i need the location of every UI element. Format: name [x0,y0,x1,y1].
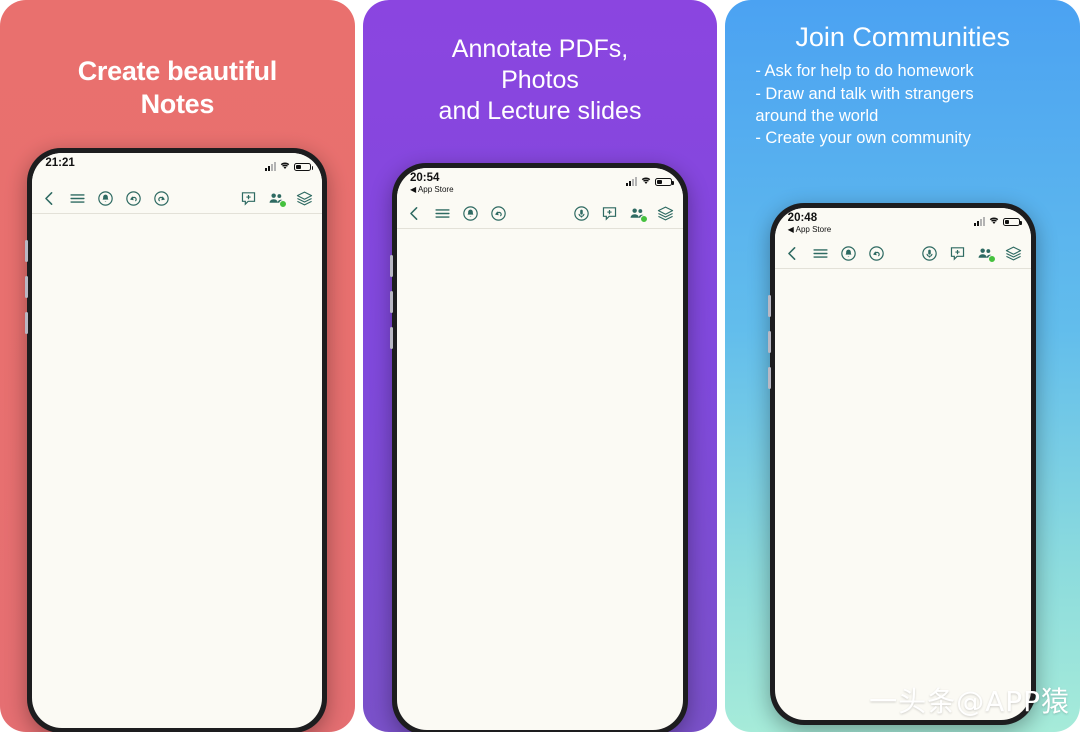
bell-icon[interactable] [97,190,114,207]
undo-icon[interactable] [868,245,885,262]
back-chevron-icon[interactable] [784,245,801,262]
add-page-icon[interactable] [601,205,618,222]
back-chevron-icon[interactable] [41,190,58,207]
bell-icon[interactable] [840,245,857,262]
status-back-label[interactable]: ◀ App Store [410,185,454,194]
phone-screen-1: 21:21 [32,153,323,728]
headline-line-2: Photos [501,66,579,94]
status-time: 20:48 [787,212,818,224]
battery-icon [1002,217,1022,227]
status-bar-2: 20:54 ◀ App Store [397,168,683,198]
bullet-2: - Draw and talk with strangers [755,84,974,103]
layers-icon[interactable] [296,190,313,207]
status-bar-3: 20:48 ◀ App Store [774,208,1031,238]
feature-bullets: - Ask for help to do homework - Draw and… [739,60,1066,148]
status-bar-1: 21:21 [32,153,323,183]
undo-icon[interactable] [490,205,507,222]
bullet-3: around the world [755,106,879,125]
phone-mockup-2: 20:54 ◀ App Store [390,163,688,732]
headline-line-1: Join Communities [795,22,1010,52]
watermark: 一头条@APP猿 [869,685,1071,718]
phone-mockup-3: 20:48 ◀ App Store [767,203,1036,725]
headline-line-2: Notes [140,88,215,119]
wifi-icon [279,161,291,173]
phone-screen-2: 20:54 ◀ App Store [397,168,683,730]
wifi-icon [640,176,652,188]
people-badge-count [640,214,648,223]
wifi-icon [988,216,1000,228]
panel-create-notes: Create beautiful Notes 21:21 [0,0,355,732]
bullet-1: - Ask for help to do homework [755,62,974,81]
battery-icon [294,162,314,172]
menu-icon[interactable] [69,190,86,207]
headline-line-1: Create beautiful [77,56,278,86]
bell-icon[interactable] [462,205,479,222]
status-back-label[interactable]: ◀ App Store [788,225,832,234]
back-chevron-icon[interactable] [406,205,423,222]
status-time: 21:21 [45,157,75,169]
panel-2-headline: Annotate PDFs, Photos and Lecture slides [363,0,718,127]
menu-icon[interactable] [434,205,451,222]
panel-annotate-pdfs: Annotate PDFs, Photos and Lecture slides… [362,0,718,732]
people-icon[interactable] [977,245,996,263]
headline-line-1: Annotate PDFs, [451,35,629,63]
panel-1-headline: Create beautiful Notes [0,0,355,121]
panel-join-communities: Join Communities - Ask for help to do ho… [725,0,1080,732]
app-store-screenshot-gallery: Create beautiful Notes 21:21 Annotate PD… [0,0,1080,732]
people-icon[interactable] [268,190,288,208]
phone-screen-3: 20:48 ◀ App Store [774,208,1031,720]
microphone-icon[interactable] [921,245,938,262]
undo-icon[interactable] [125,190,142,207]
back-app-name: App Store [417,185,454,195]
cellular-icon [973,217,985,226]
panel-3-headline: Join Communities - Ask for help to do ho… [725,0,1080,149]
redo-icon[interactable] [153,190,170,207]
layers-icon[interactable] [1005,245,1022,262]
layers-icon[interactable] [657,205,674,222]
add-page-icon[interactable] [240,190,257,207]
cellular-icon [265,162,277,171]
back-app-name: App Store [795,225,832,235]
add-page-icon[interactable] [949,245,966,262]
microphone-icon[interactable] [573,205,590,222]
battery-icon [655,177,674,187]
people-icon[interactable] [629,205,648,223]
cellular-icon [626,177,637,186]
app-toolbar-2 [397,198,683,229]
phone-mockup-1: 21:21 [25,148,328,732]
menu-icon[interactable] [812,245,829,262]
bullet-4: - Create your own community [755,128,971,147]
app-toolbar-1 [32,183,323,214]
app-toolbar-3 [774,238,1031,269]
status-time: 20:54 [410,172,440,184]
headline-line-3: and Lecture slides [438,97,642,125]
people-badge-count [279,199,288,208]
people-badge-count [987,254,996,263]
